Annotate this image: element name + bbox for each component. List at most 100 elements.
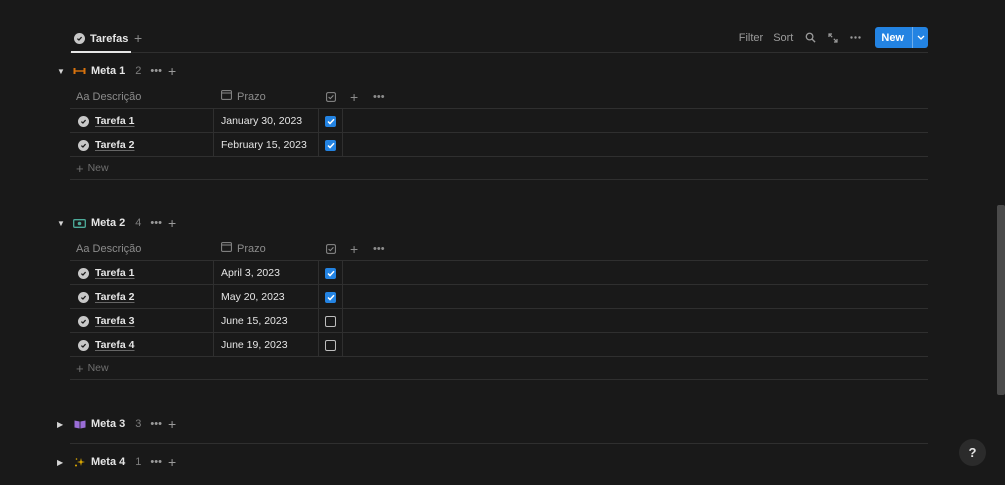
group-more-icon[interactable]: ••• xyxy=(150,456,162,468)
toggle-collapsed-icon[interactable]: ▶ xyxy=(57,458,67,467)
checkbox-unchecked[interactable] xyxy=(325,339,336,351)
book-icon xyxy=(73,418,86,430)
dumbbell-icon xyxy=(73,65,86,77)
cell-prazo[interactable]: April 3, 2023 xyxy=(214,261,319,285)
task-name[interactable]: Tarefa 3 xyxy=(95,315,135,327)
task-date: June 19, 2023 xyxy=(221,339,288,351)
column-prazo[interactable]: Prazo xyxy=(221,84,266,109)
cell-prazo[interactable]: January 30, 2023 xyxy=(214,109,319,133)
group-name: Meta 1 xyxy=(91,65,126,77)
new-row-button[interactable]: + New xyxy=(70,157,928,180)
task-name[interactable]: Tarefa 1 xyxy=(95,115,135,127)
tab-tarefas[interactable]: Tarefas xyxy=(71,26,132,53)
plus-icon: + xyxy=(76,360,84,376)
column-descricao[interactable]: Aa Descrição xyxy=(76,84,141,109)
add-column-icon[interactable]: + xyxy=(350,236,358,261)
group-divider xyxy=(70,443,928,444)
cell-prazo[interactable]: February 15, 2023 xyxy=(214,133,319,157)
group-name: Meta 2 xyxy=(91,217,126,229)
cell-prazo[interactable]: May 20, 2023 xyxy=(214,285,319,309)
group-header-meta-4[interactable]: ▶ Meta 4 1 ••• + xyxy=(57,454,176,470)
cell-prazo[interactable]: June 15, 2023 xyxy=(214,309,319,333)
checkbox-unchecked[interactable] xyxy=(325,315,336,327)
group-more-icon[interactable]: ••• xyxy=(150,217,162,229)
calendar-icon xyxy=(221,90,232,103)
checkbox-checked[interactable] xyxy=(325,115,336,127)
plus-icon: + xyxy=(76,160,84,176)
calendar-icon xyxy=(221,242,232,255)
table-row[interactable]: Tarefa 4 June 19, 2023 xyxy=(70,333,928,357)
checkbox-checked[interactable] xyxy=(325,291,336,303)
add-column-icon[interactable]: + xyxy=(350,84,358,109)
column-descricao[interactable]: Aa Descrição xyxy=(76,236,141,261)
task-name[interactable]: Tarefa 4 xyxy=(95,339,135,351)
money-icon xyxy=(73,217,86,229)
checkbox-checked[interactable] xyxy=(325,267,336,279)
cell-descricao: Tarefa 2 xyxy=(70,285,214,309)
column-more-icon[interactable]: ••• xyxy=(373,84,385,109)
cell-descricao: Tarefa 3 xyxy=(70,309,214,333)
toggle-expanded-icon[interactable]: ▼ xyxy=(57,219,67,228)
group-name: Meta 3 xyxy=(91,418,126,430)
check-circle-icon xyxy=(74,33,85,44)
cell-done xyxy=(319,261,343,285)
add-view-icon[interactable]: + xyxy=(134,30,142,46)
group-more-icon[interactable]: ••• xyxy=(150,65,162,77)
toggle-collapsed-icon[interactable]: ▶ xyxy=(57,420,67,429)
chevron-down-icon[interactable] xyxy=(912,27,928,48)
expand-icon[interactable] xyxy=(828,32,838,43)
column-done-icon[interactable] xyxy=(326,84,336,109)
check-circle-icon xyxy=(78,315,89,327)
group-header-meta-1[interactable]: ▼ Meta 1 2 ••• + xyxy=(57,63,176,79)
group-add-icon[interactable]: + xyxy=(168,64,176,78)
group-header-meta-2[interactable]: ▼ Meta 2 4 ••• + xyxy=(57,215,176,231)
new-row-button[interactable]: + New xyxy=(70,357,928,380)
new-row-label: New xyxy=(87,162,109,174)
new-row-label: New xyxy=(87,362,109,374)
table-row[interactable]: Tarefa 2 May 20, 2023 xyxy=(70,285,928,309)
column-more-icon[interactable]: ••• xyxy=(373,236,385,261)
task-name[interactable]: Tarefa 2 xyxy=(95,139,135,151)
more-options-icon[interactable] xyxy=(850,36,862,39)
group-add-icon[interactable]: + xyxy=(168,455,176,469)
column-prazo-label: Prazo xyxy=(237,242,266,255)
table-row[interactable]: Tarefa 1 April 3, 2023 xyxy=(70,261,928,285)
check-circle-icon xyxy=(78,115,89,127)
vertical-scrollbar[interactable] xyxy=(997,205,1005,395)
column-done-icon[interactable] xyxy=(326,236,336,261)
help-button[interactable]: ? xyxy=(959,439,986,466)
group-header-meta-3[interactable]: ▶ Meta 3 3 ••• + xyxy=(57,416,176,432)
sort-button[interactable]: Sort xyxy=(773,32,793,44)
toggle-expanded-icon[interactable]: ▼ xyxy=(57,67,67,76)
group-more-icon[interactable]: ••• xyxy=(150,418,162,430)
table-meta-1: Aa Descrição Prazo + ••• Tarefa 1 Januar… xyxy=(70,84,928,180)
table-meta-2: Aa Descrição Prazo + ••• Tarefa 1 April … xyxy=(70,236,928,380)
task-date: April 3, 2023 xyxy=(221,267,280,279)
table-row[interactable]: Tarefa 2 February 15, 2023 xyxy=(70,133,928,157)
cell-done xyxy=(319,309,343,333)
column-prazo-label: Prazo xyxy=(237,90,266,103)
group-add-icon[interactable]: + xyxy=(168,417,176,431)
table-row[interactable]: Tarefa 1 January 30, 2023 xyxy=(70,109,928,133)
cell-done xyxy=(319,133,343,157)
cell-descricao: Tarefa 1 xyxy=(70,109,214,133)
table-row[interactable]: Tarefa 3 June 15, 2023 xyxy=(70,309,928,333)
check-circle-icon xyxy=(78,267,89,279)
group-name: Meta 4 xyxy=(91,456,126,468)
group-count: 1 xyxy=(135,456,142,468)
task-name[interactable]: Tarefa 2 xyxy=(95,291,135,303)
new-button[interactable]: New xyxy=(875,27,928,48)
group-count: 4 xyxy=(135,217,142,229)
task-date: May 20, 2023 xyxy=(221,291,285,303)
checkbox-checked[interactable] xyxy=(325,139,336,151)
column-prazo[interactable]: Prazo xyxy=(221,236,266,261)
group-add-icon[interactable]: + xyxy=(168,216,176,230)
cell-descricao: Tarefa 1 xyxy=(70,261,214,285)
table-header: Aa Descrição Prazo + ••• xyxy=(70,84,928,109)
filter-button[interactable]: Filter xyxy=(739,32,763,44)
cell-prazo[interactable]: June 19, 2023 xyxy=(214,333,319,357)
search-icon[interactable] xyxy=(805,32,816,43)
cell-descricao: Tarefa 4 xyxy=(70,333,214,357)
task-name[interactable]: Tarefa 1 xyxy=(95,267,135,279)
group-count: 2 xyxy=(135,65,142,77)
